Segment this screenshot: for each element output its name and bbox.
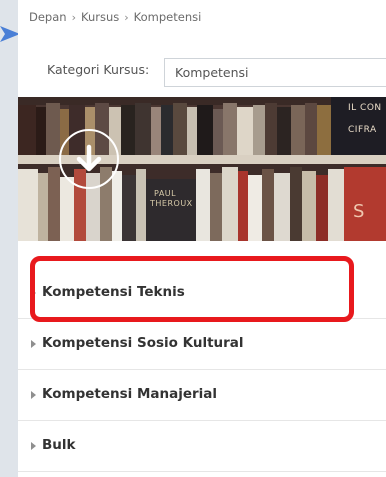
- caret-right-icon: [31, 289, 36, 297]
- breadcrumb-home-link[interactable]: Depan: [29, 10, 67, 24]
- category-filter-label: Kategori Kursus:: [47, 62, 150, 77]
- breadcrumb-courses-link[interactable]: Kursus: [81, 10, 119, 24]
- download-button[interactable]: [59, 129, 119, 189]
- course-panel: Depan › Kursus › Kompetensi Kategori Kursus:…: [18, 0, 386, 477]
- category-filter: Kategori Kursus: Kompetensi: [18, 48, 386, 93]
- course-category-item[interactable]: Kompetensi Teknis: [18, 268, 386, 319]
- book-spine-text: IL CON: [348, 103, 382, 113]
- screenshot-stage: Depan › Kursus › Kompetensi Kategori Kursus:…: [0, 0, 386, 477]
- book-spine-text: CIFRA: [348, 125, 377, 135]
- arrow-down-circle-icon: [76, 144, 102, 172]
- book-spine-text: S: [353, 201, 365, 222]
- course-category-label: Bulk: [42, 437, 76, 453]
- course-category-label: Kompetensi Manajerial: [42, 386, 218, 402]
- breadcrumb: Depan › Kursus › Kompetensi: [29, 10, 201, 24]
- breadcrumb-separator-icon: ›: [124, 11, 129, 24]
- book-spine-text: PAUL: [154, 189, 177, 198]
- breadcrumb-current-page: Kompetensi: [133, 10, 202, 24]
- caret-right-icon: [31, 391, 36, 399]
- breadcrumb-separator-icon: ›: [71, 11, 76, 24]
- course-category-item[interactable]: Kompetensi Sosio Kultural: [18, 319, 386, 370]
- book-spine-text: THEROUX: [150, 199, 193, 208]
- course-category-label: Kompetensi Teknis: [42, 284, 185, 300]
- course-category-item[interactable]: Bulk: [18, 421, 386, 472]
- category-select[interactable]: Kompetensi: [164, 58, 386, 87]
- pointer-arrow-icon: [0, 26, 20, 42]
- category-select-value: Kompetensi: [175, 65, 249, 80]
- course-category-item[interactable]: Kompetensi Manajerial: [18, 370, 386, 421]
- course-category-label: Kompetensi Sosio Kultural: [42, 335, 244, 351]
- caret-right-icon: [31, 442, 36, 450]
- caret-right-icon: [31, 340, 36, 348]
